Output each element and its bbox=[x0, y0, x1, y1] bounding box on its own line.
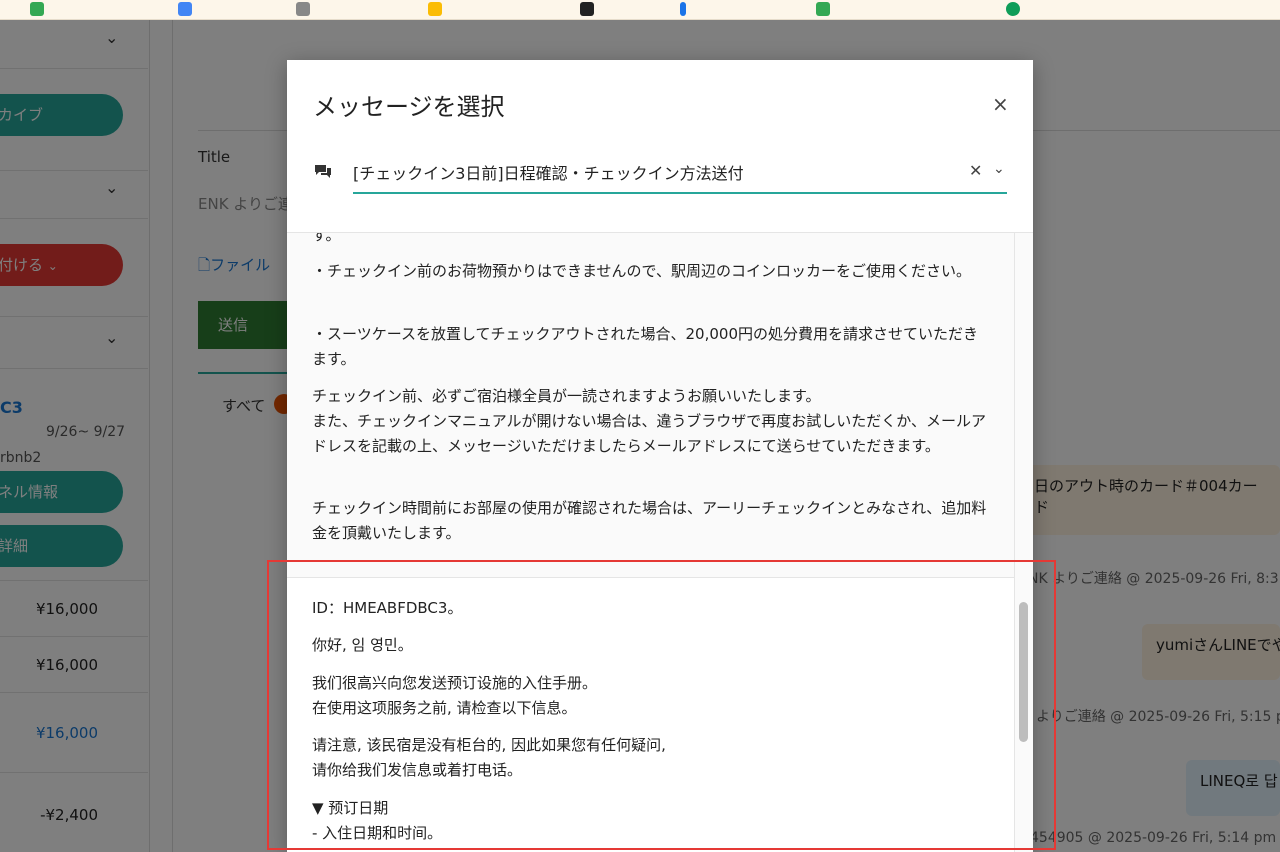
bookmark-icon[interactable] bbox=[178, 2, 192, 16]
preview-paragraph: す。 bbox=[312, 233, 341, 244]
chat-bubbles-icon bbox=[315, 165, 331, 178]
dialog-title: メッセージを選択 bbox=[313, 93, 505, 121]
close-icon[interactable]: × bbox=[992, 92, 1009, 116]
template-select[interactable]: [チェックイン3日前]日程確認・チェックイン方法送付 ✕ ⌄ bbox=[353, 152, 1007, 194]
preview-paragraph: ・スーツケースを放置してチェックアウトされた場合、20,000円の処分費用を請求… bbox=[312, 325, 978, 368]
preview-paragraph: ・チェックイン前のお荷物預かりはできませんので、駅周辺のコインロッカーをご使用く… bbox=[312, 262, 971, 280]
bookmark-icon[interactable] bbox=[816, 2, 830, 16]
preview-paragraph: チェックイン時間前にお部屋の使用が確認された場合は、アーリーチェックインとみなさ… bbox=[312, 499, 987, 542]
bookmark-icon[interactable] bbox=[428, 2, 442, 16]
clear-icon[interactable]: ✕ bbox=[969, 161, 982, 180]
template-select-row: [チェックイン3日前]日程確認・チェックイン方法送付 ✕ ⌄ bbox=[313, 152, 1007, 196]
preview-japanese: す。 ・チェックイン前のお荷物預かりはできませんので、駅周辺のコインロッカーをご… bbox=[287, 233, 1014, 578]
annotation-highlight-box bbox=[267, 560, 1056, 850]
preview-paragraph: チェックイン前、必ずご宿泊様全員が一読されますようお願いいたします。 また、チェ… bbox=[312, 387, 986, 455]
bookmark-icon[interactable] bbox=[296, 2, 310, 16]
bookmarks-bar bbox=[0, 0, 1280, 20]
selected-template: [チェックイン3日前]日程確認・チェックイン方法送付 bbox=[353, 164, 744, 183]
bookmark-icon[interactable] bbox=[1006, 2, 1020, 16]
bookmark-icon[interactable] bbox=[30, 2, 44, 16]
bookmark-icon[interactable] bbox=[580, 2, 594, 16]
chevron-down-icon[interactable]: ⌄ bbox=[993, 161, 1005, 177]
bookmark-icon[interactable] bbox=[680, 2, 686, 16]
